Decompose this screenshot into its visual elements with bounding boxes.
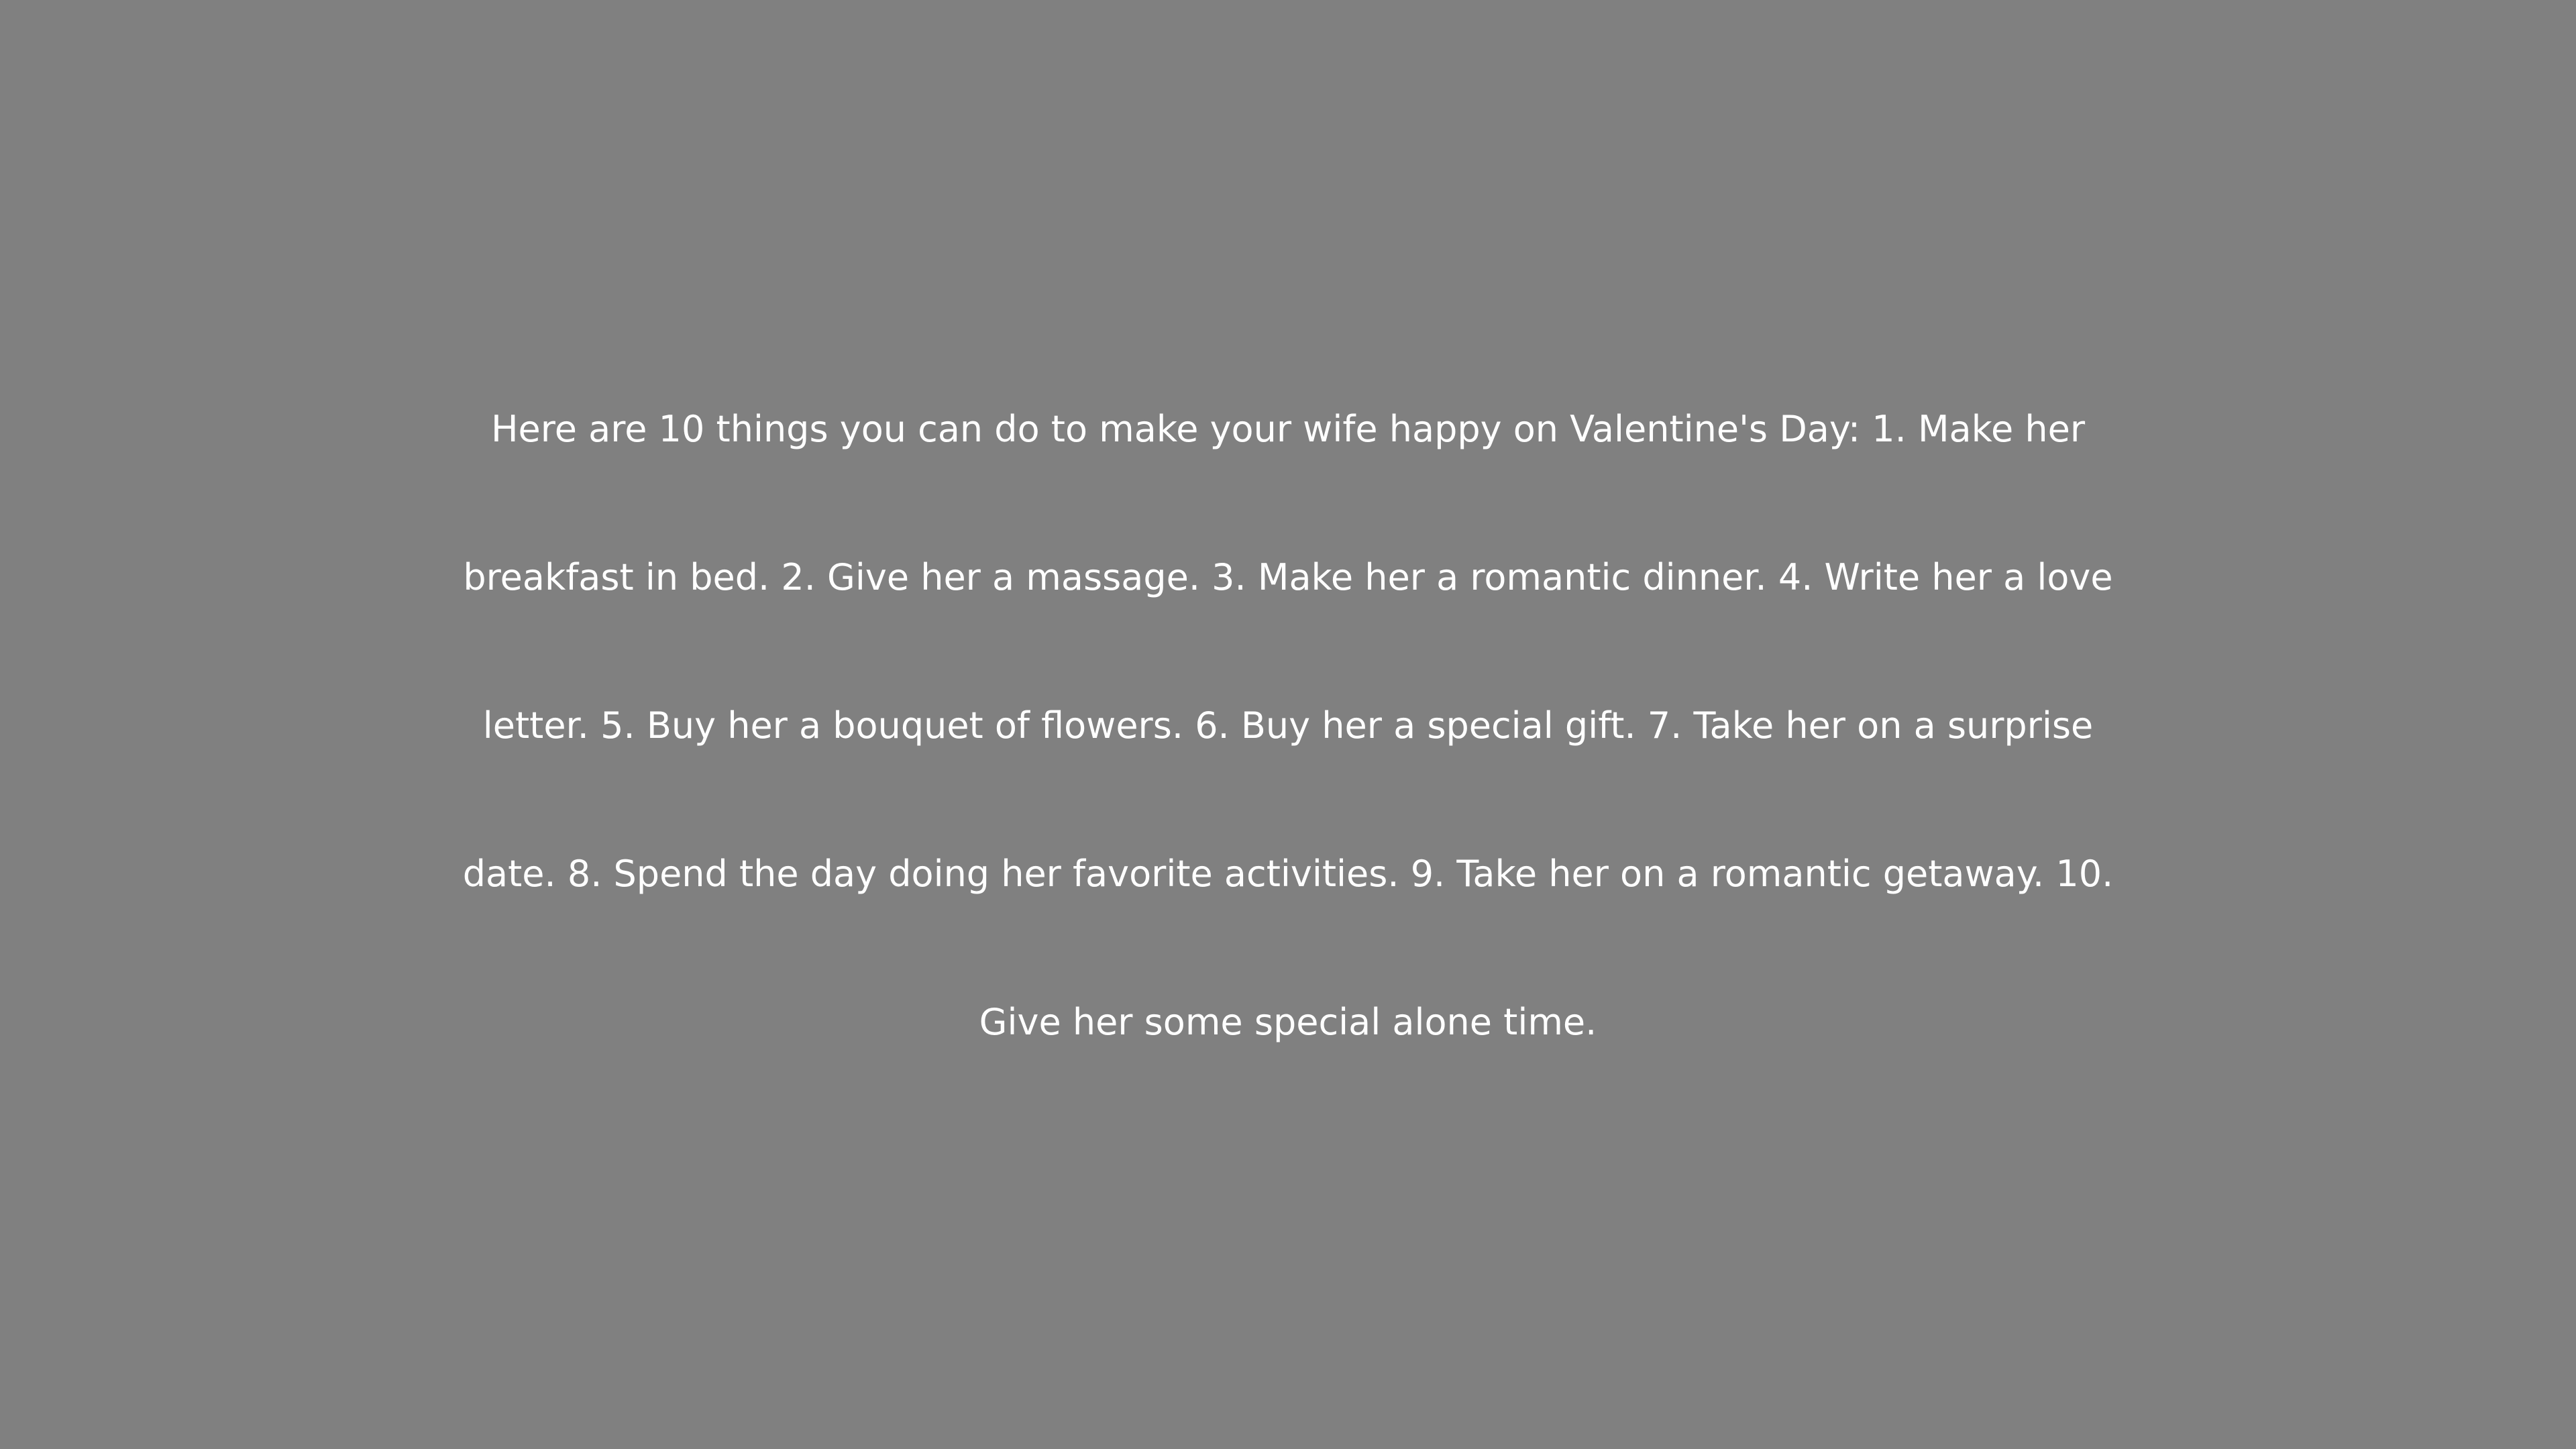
message-line: date. 8. Spend the day doing her favorit… [462,853,2114,895]
message-line: letter. 5. Buy her a bouquet of flowers.… [482,704,2094,747]
background-canvas: Here are 10 things you can do to make yo… [0,0,2576,1449]
message-line: breakfast in bed. 2. Give her a massage.… [463,556,2113,598]
message-text-block: Here are 10 things you can do to make yo… [0,372,2576,1114]
message-line: Give her some special alone time. [979,1001,1597,1043]
message-line: Here are 10 things you can do to make yo… [490,408,2086,450]
